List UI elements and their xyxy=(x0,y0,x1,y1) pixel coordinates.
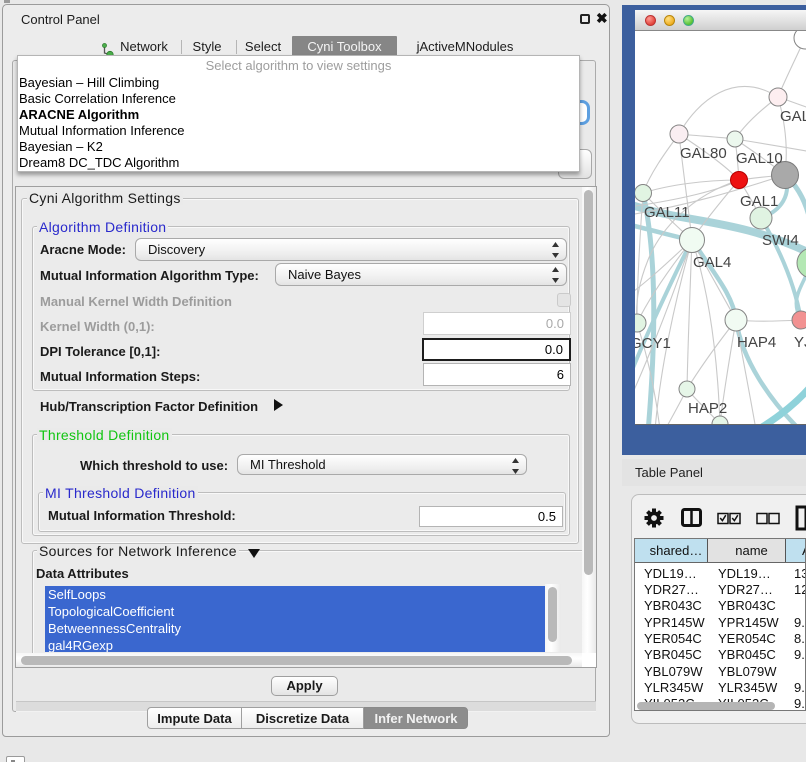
svg-text:GAL7: GAL7 xyxy=(780,108,806,125)
svg-text:GCY1: GCY1 xyxy=(635,335,671,352)
svg-text:GAL4: GAL4 xyxy=(693,254,731,271)
svg-text:GAL11: GAL11 xyxy=(644,204,690,221)
svg-text:SWI4: SWI4 xyxy=(762,232,799,249)
svg-text:HAP2: HAP2 xyxy=(688,400,727,417)
svg-text:GAL80: GAL80 xyxy=(680,145,727,162)
svg-text:YJ: YJ xyxy=(794,334,806,351)
svg-text:GAL1: GAL1 xyxy=(740,193,778,210)
svg-text:HAP4: HAP4 xyxy=(737,334,776,351)
svg-text:GAL10: GAL10 xyxy=(736,150,783,167)
